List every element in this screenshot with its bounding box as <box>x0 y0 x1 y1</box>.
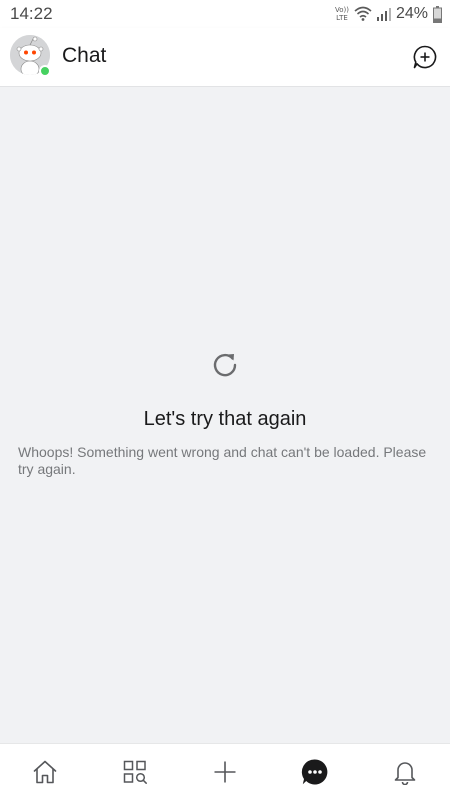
refresh-icon <box>213 353 237 377</box>
online-status-dot <box>39 65 51 77</box>
discover-icon <box>123 760 147 784</box>
chat-icon <box>301 759 328 785</box>
volte-indicator: Vo)) LTE <box>335 6 349 22</box>
nav-notifications-button[interactable] <box>391 758 419 786</box>
volte-top-label: Vo)) <box>334 6 349 14</box>
status-bar: 14:22 Vo)) LTE 24% <box>0 0 450 28</box>
app-header: Chat <box>0 28 450 87</box>
battery-percent: 24% <box>395 5 428 22</box>
bell-icon <box>394 762 416 785</box>
nav-create-button[interactable] <box>211 758 239 786</box>
chat-main-area: Let's try that again Whoops! Something w… <box>0 87 450 743</box>
nav-chat-button[interactable] <box>301 758 329 786</box>
battery-icon <box>433 5 442 23</box>
nav-discover-button[interactable] <box>121 758 149 786</box>
retry-button[interactable] <box>210 350 240 380</box>
home-icon <box>33 760 57 784</box>
new-chat-icon <box>413 45 437 69</box>
wifi-icon <box>354 6 372 21</box>
volte-bottom-label: LTE <box>336 14 348 22</box>
nav-home-button[interactable] <box>31 758 59 786</box>
avatar[interactable] <box>10 35 52 77</box>
page-title: Chat <box>62 44 107 67</box>
signal-icon <box>376 8 391 21</box>
bottom-navigation <box>0 743 450 801</box>
status-icons: Vo)) LTE 24% <box>335 3 442 25</box>
status-time: 14:22 <box>10 4 53 23</box>
error-title: Let's try that again <box>143 408 307 430</box>
new-chat-button[interactable] <box>412 44 438 70</box>
error-message: Whoops! Something went wrong and chat ca… <box>18 444 427 477</box>
create-icon <box>214 761 236 783</box>
